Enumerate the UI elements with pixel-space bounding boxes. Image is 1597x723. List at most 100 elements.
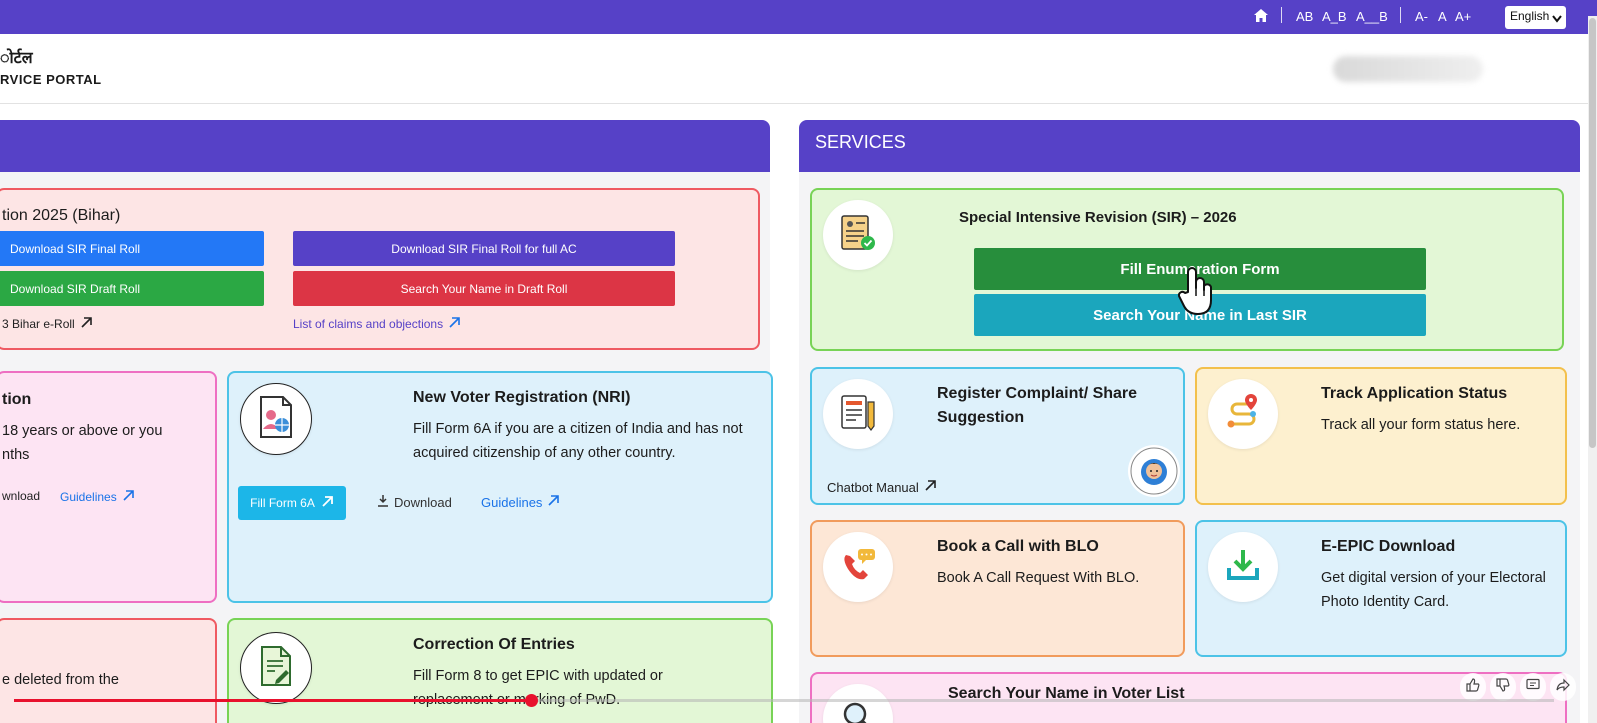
e-epic-title: E-EPIC Download (1321, 538, 1456, 555)
e-epic-desc: Get digital version of your Electoral Ph… (1321, 570, 1546, 610)
book-call-blo-desc: Book A Call Request With BLO. (937, 570, 1140, 586)
thumbs-up-icon (1466, 677, 1480, 697)
e-epic-icon-circle (1208, 532, 1278, 602)
nri-registration-card: New Voter Registration (NRI) Fill Form 6… (227, 371, 773, 603)
nri-guidelines-label: Guidelines (481, 494, 543, 510)
nri-guidelines-link[interactable]: Guidelines (481, 494, 560, 510)
dislike-button[interactable] (1490, 673, 1516, 701)
video-scrubber-handle[interactable] (525, 694, 538, 707)
font-normal-button[interactable]: A (1438, 9, 1447, 24)
claims-objections-link[interactable]: List of claims and objections (293, 316, 461, 332)
correction-icon-circle (240, 632, 312, 704)
download-sir-draft-roll-button[interactable]: Download SIR Draft Roll (0, 271, 264, 306)
arrow-up-right-icon (122, 489, 135, 505)
deletion-card: e deleted from the (0, 618, 217, 723)
voter-mitra-chatbot-icon[interactable] (1128, 445, 1180, 497)
book-call-blo-card: Book a Call with BLO Book A Call Request… (810, 520, 1185, 657)
share-icon (1556, 678, 1570, 697)
download-sir-final-roll-full-ac-button[interactable]: Download SIR Final Roll for full AC (293, 231, 675, 266)
fill-form-6a-button[interactable]: Fill Form 6A (238, 486, 346, 520)
chatbot-manual-label: Chatbot Manual (827, 479, 919, 495)
book-call-blo-title: Book a Call with BLO (937, 538, 1099, 555)
share-button[interactable] (1550, 673, 1576, 701)
download-icon (377, 494, 389, 510)
track-application-desc: Track all your form status here. (1321, 417, 1521, 433)
language-select[interactable]: English (1505, 6, 1566, 29)
text-spacing-large-button[interactable]: A__B (1356, 9, 1388, 24)
text-spacing-normal-button[interactable]: AB (1296, 9, 1313, 24)
hand-cursor-icon (1176, 266, 1216, 323)
search-voter-list-title: Search Your Name in Voter List (948, 685, 1185, 702)
register-complaint-title: Register Complaint/ Share Suggestion (937, 385, 1138, 426)
site-header: ोर्टल RVICE PORTAL (0, 34, 1588, 104)
search-voter-list-card: Search Your Name in Voter List (810, 672, 1567, 723)
page-scrollbar-thumb[interactable] (1589, 18, 1596, 448)
new-voter-registration-card: tion 18 years or above or you nths wnloa… (0, 371, 217, 603)
arrow-up-right-icon (321, 495, 334, 511)
sir-2025-card: tion 2025 (Bihar) Download SIR Final Rol… (0, 188, 760, 350)
thumbs-down-icon (1496, 677, 1510, 697)
new-voter-registration-desc-2: nths (2, 447, 30, 463)
route-pin-icon (1223, 392, 1263, 437)
comment-button[interactable] (1520, 673, 1546, 701)
globe-user-icon (257, 395, 295, 444)
e-epic-download-card: E-EPIC Download Get digital version of y… (1195, 520, 1567, 657)
sir-2026-title: Special Intensive Revision (SIR) – 2026 (959, 209, 1237, 226)
nri-title: New Voter Registration (NRI) (413, 389, 631, 406)
topbar-separator (1281, 7, 1282, 23)
portal-logo-hindi: ोर्टल (0, 48, 33, 67)
track-icon-circle (1208, 379, 1278, 449)
search-name-draft-roll-button[interactable]: Search Your Name in Draft Roll (293, 271, 675, 306)
phone-chat-icon (838, 545, 878, 590)
font-decrease-button[interactable]: A- (1415, 9, 1428, 24)
download-sir-final-roll-button[interactable]: Download SIR Final Roll (0, 231, 264, 266)
nri-desc: Fill Form 6A if you are a citizen of Ind… (413, 421, 743, 461)
sir-2026-icon-circle (823, 200, 893, 270)
correction-card: Correction Of Entries Fill Form 8 to get… (227, 618, 773, 723)
like-button[interactable] (1460, 673, 1486, 701)
registration-download-label: wnload (2, 489, 41, 503)
left-panel-header (0, 120, 770, 172)
comment-icon (1526, 678, 1540, 697)
complaint-icon-circle (823, 379, 893, 449)
home-icon[interactable] (1253, 8, 1269, 28)
chatbot-manual-link[interactable]: Chatbot Manual (827, 479, 937, 495)
portal-logo-english: RVICE PORTAL (0, 72, 102, 87)
services-title: SERVICES (815, 132, 906, 152)
top-bar: AB A_B A__B A- A A+ English (0, 0, 1597, 34)
arrow-up-right-icon (448, 316, 461, 332)
bihar-eroll-link-label: 3 Bihar e-Roll (2, 317, 75, 331)
magnifier-icon (840, 699, 876, 723)
new-voter-registration-title: tion (2, 391, 32, 408)
new-voter-registration-desc-1: 18 years or above or you (2, 423, 163, 439)
nri-download-link[interactable]: Download (377, 494, 452, 510)
nri-icon-circle (240, 383, 312, 455)
bihar-eroll-link[interactable]: 3 Bihar e-Roll (2, 316, 93, 332)
track-application-card: Track Application Status Track all your … (1195, 367, 1567, 505)
correction-desc: Fill Form 8 to get EPIC with updated or … (413, 668, 663, 708)
registration-guidelines-label: Guidelines (60, 490, 117, 504)
user-profile-blurred[interactable] (1333, 56, 1483, 82)
arrow-up-right-icon (924, 479, 937, 495)
deletion-desc: e deleted from the (2, 672, 119, 688)
registration-guidelines-link[interactable]: Guidelines (60, 489, 135, 505)
services-panel-header: SERVICES (799, 120, 1580, 172)
language-select-value: English (1510, 9, 1550, 23)
topbar-separator (1400, 7, 1401, 23)
register-complaint-card: Register Complaint/ Share Suggestion Cha… (810, 367, 1185, 505)
arrow-up-right-icon (547, 494, 560, 510)
blo-icon-circle (823, 532, 893, 602)
registration-download-link[interactable]: wnload (2, 489, 40, 503)
font-increase-button[interactable]: A+ (1455, 9, 1471, 24)
download-tray-icon (1224, 546, 1262, 589)
search-voter-icon-circle (823, 684, 893, 723)
claims-objections-link-label: List of claims and objections (293, 317, 444, 331)
text-spacing-medium-button[interactable]: A_B (1322, 9, 1347, 24)
video-progress-fill (14, 699, 531, 702)
arrow-up-right-icon (80, 316, 93, 332)
complaint-document-icon (838, 392, 878, 437)
chevron-down-icon (1552, 12, 1562, 26)
nri-download-label: Download (394, 494, 452, 510)
fill-form-6a-label: Fill Form 6A (250, 496, 315, 510)
track-application-title: Track Application Status (1321, 385, 1508, 402)
